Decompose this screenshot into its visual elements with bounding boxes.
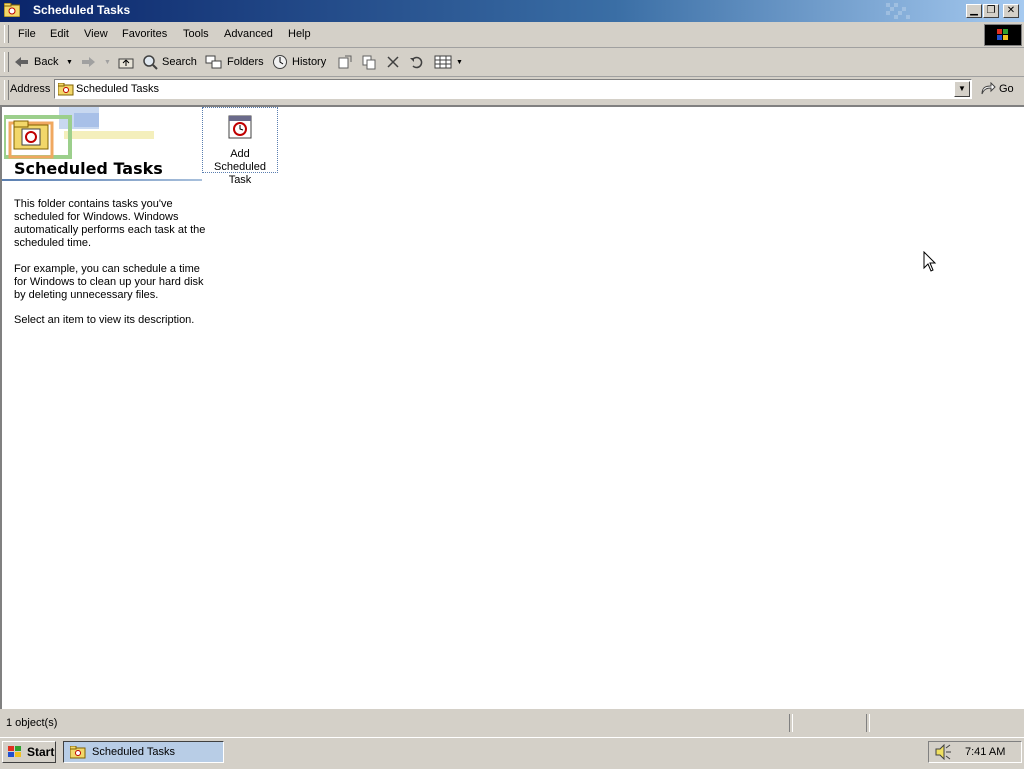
pane-divider xyxy=(2,179,202,181)
history-button[interactable]: History xyxy=(272,53,326,71)
volume-icon[interactable] xyxy=(934,744,952,760)
mouse-pointer-icon xyxy=(923,251,937,272)
windows-flag-icon xyxy=(997,29,1008,40)
minimize-icon: ▁ xyxy=(970,5,978,16)
status-separator xyxy=(866,714,870,732)
folder-view[interactable]: Scheduled Tasks This folder contains tas… xyxy=(0,105,1024,709)
up-button[interactable] xyxy=(118,53,134,71)
history-label: History xyxy=(292,56,327,68)
windows-flag-icon xyxy=(8,746,21,757)
address-dropdown-button[interactable]: ▼ xyxy=(954,81,970,97)
status-separator xyxy=(789,714,793,732)
dropdown-arrow-icon: ▼ xyxy=(104,58,111,66)
folders-icon xyxy=(205,55,222,69)
menu-file[interactable]: File xyxy=(18,28,36,40)
back-dropdown[interactable]: ▼ xyxy=(66,53,73,71)
scheduled-task-icon xyxy=(228,115,252,139)
pane-example: For example, you can schedule a time for… xyxy=(14,263,204,301)
delete-icon xyxy=(387,56,399,68)
views-button[interactable]: ▼ xyxy=(434,53,463,71)
status-bar: 1 object(s) xyxy=(0,711,1024,735)
object-count: 1 object(s) xyxy=(6,717,58,729)
move-to-icon xyxy=(338,55,352,69)
pane-description: This folder contains tasks you've schedu… xyxy=(14,198,206,249)
folders-label: Folders xyxy=(227,56,264,68)
forward-dropdown[interactable]: ▼ xyxy=(104,53,111,71)
title-bar[interactable]: Scheduled Tasks ▁ ❐ ✕ xyxy=(0,0,1024,22)
address-value: Scheduled Tasks xyxy=(76,83,159,95)
folder-icon xyxy=(70,745,86,758)
forward-arrow-icon xyxy=(82,57,95,67)
folder-clock-icon xyxy=(4,3,20,17)
taskbar: Start Scheduled Tasks 7:41 AM xyxy=(0,737,1024,769)
folders-button[interactable]: Folders xyxy=(205,53,264,71)
go-button[interactable]: Go xyxy=(980,82,1014,96)
taskbar-window-button[interactable]: Scheduled Tasks xyxy=(63,741,224,763)
menu-bar: File Edit View Favorites Tools Advanced … xyxy=(0,22,1024,48)
add-scheduled-task-item[interactable]: Add Scheduled Task xyxy=(202,107,278,186)
pane-hint: Select an item to view its description. xyxy=(14,314,195,326)
restore-icon: ❐ xyxy=(986,5,996,16)
menu-grip[interactable] xyxy=(4,25,9,43)
address-grip[interactable] xyxy=(4,80,9,100)
dropdown-arrow-icon: ▼ xyxy=(456,58,463,66)
taskbar-window-label: Scheduled Tasks xyxy=(92,746,175,758)
menu-edit[interactable]: Edit xyxy=(50,28,69,40)
move-to-button[interactable] xyxy=(337,53,353,71)
windows-pattern-icon xyxy=(886,3,910,19)
address-label: Address xyxy=(10,83,51,95)
windows-logo xyxy=(984,24,1022,46)
search-icon xyxy=(143,55,158,70)
start-label: Start xyxy=(27,745,55,759)
minimize-button[interactable]: ▁ xyxy=(966,4,982,18)
window-title: Scheduled Tasks xyxy=(33,3,131,17)
clock[interactable]: 7:41 AM xyxy=(965,746,1005,758)
dropdown-arrow-icon: ▼ xyxy=(958,84,966,93)
back-label: Back xyxy=(34,56,59,68)
undo-icon xyxy=(410,56,423,69)
back-arrow-icon xyxy=(15,57,28,67)
scheduled-tasks-banner-icon xyxy=(4,107,154,159)
go-label: Go xyxy=(999,83,1014,95)
system-tray: 7:41 AM xyxy=(928,741,1022,763)
search-button[interactable]: Search xyxy=(142,53,197,71)
copy-to-icon xyxy=(362,55,376,70)
menu-advanced[interactable]: Advanced xyxy=(224,28,273,40)
menu-favorites[interactable]: Favorites xyxy=(122,28,167,40)
add-scheduled-task-label: Add Scheduled Task xyxy=(214,148,266,186)
menu-view[interactable]: View xyxy=(84,28,108,40)
undo-button[interactable] xyxy=(409,53,425,71)
pane-title: Scheduled Tasks xyxy=(14,159,163,178)
dropdown-arrow-icon: ▼ xyxy=(66,58,73,66)
address-input[interactable]: Scheduled Tasks ▼ xyxy=(54,79,972,99)
up-folder-icon xyxy=(118,58,134,69)
toolbar-grip[interactable] xyxy=(4,52,9,72)
history-icon xyxy=(273,55,287,69)
address-bar: Address Scheduled Tasks ▼ Go xyxy=(0,77,1024,103)
menu-help[interactable]: Help xyxy=(288,28,311,40)
back-button[interactable]: Back xyxy=(14,53,58,71)
folder-icon xyxy=(58,83,74,96)
web-view-pane: Scheduled Tasks This folder contains tas… xyxy=(2,107,206,407)
start-button[interactable]: Start xyxy=(2,741,56,763)
close-icon: ✕ xyxy=(1006,5,1016,16)
views-icon xyxy=(434,55,452,69)
restore-button[interactable]: ❐ xyxy=(983,4,999,18)
menu-tools[interactable]: Tools xyxy=(183,28,209,40)
standard-toolbar: Back ▼ ▼ Search Folders History ▼ xyxy=(0,48,1024,77)
search-label: Search xyxy=(162,56,197,68)
go-arrow-icon xyxy=(981,82,996,95)
close-button[interactable]: ✕ xyxy=(1003,4,1019,18)
forward-button[interactable] xyxy=(80,53,96,71)
delete-button[interactable] xyxy=(386,53,400,71)
copy-to-button[interactable] xyxy=(361,53,377,71)
